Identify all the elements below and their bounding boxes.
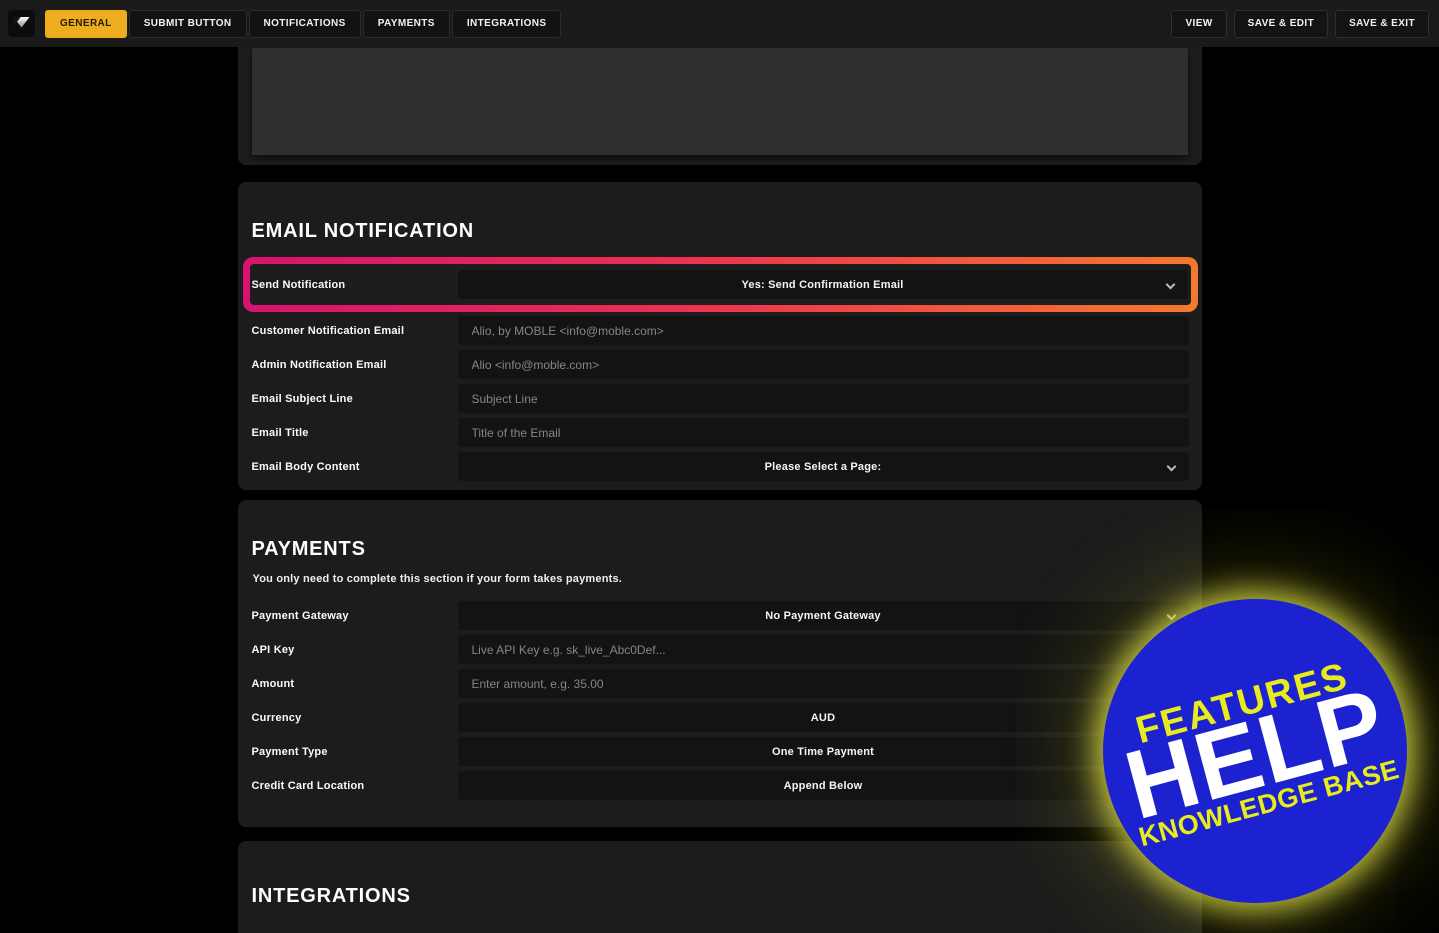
chevron-down-icon: [1166, 461, 1176, 472]
form-row: Payment Gateway No Payment Gateway: [252, 601, 1189, 630]
currency-label: Currency: [251, 711, 302, 724]
form-row: Email Body Content Please Select a Page:: [252, 452, 1189, 481]
tab-payments[interactable]: PAYMENTS: [362, 9, 450, 38]
form-row: Amount: [252, 669, 1189, 698]
payment-type-select[interactable]: One Time Payment: [457, 737, 1189, 766]
panel-email-notification: EMAIL NOTIFICATION Send Notification Yes…: [237, 182, 1202, 490]
payments-note: You only need to complete this section i…: [252, 573, 623, 585]
customer-notification-email-input[interactable]: [457, 316, 1189, 345]
customer-notification-email-label: Customer Notification Email: [251, 324, 405, 337]
panel-payments: PAYMENTS You only need to complete this …: [237, 500, 1202, 827]
chevron-down-icon: [1166, 610, 1176, 621]
email-body-content-label: Email Body Content: [251, 460, 360, 473]
credit-card-location-label: Credit Card Location: [251, 779, 365, 792]
form-row: Admin Notification Email: [252, 350, 1189, 379]
amount-input[interactable]: [457, 669, 1189, 698]
tab-integrations[interactable]: INTEGRATIONS: [451, 9, 562, 38]
top-bar: GENERAL SUBMIT BUTTON NOTIFICATIONS PAYM…: [0, 0, 1439, 47]
view-button[interactable]: VIEW: [1171, 9, 1227, 38]
highlight-annotation: Send Notification Yes: Send Confirmation…: [242, 257, 1198, 312]
payment-type-value: One Time Payment: [771, 745, 875, 758]
payment-gateway-value: No Payment Gateway: [765, 609, 881, 622]
save-edit-button[interactable]: SAVE & EDIT: [1233, 9, 1329, 38]
help-badge[interactable]: FEATURES HELP KNOWLEDGE BASE: [1103, 599, 1407, 903]
form-row: Email Title: [252, 418, 1189, 447]
currency-value: AUD: [810, 711, 836, 724]
content-placeholder-box: [251, 48, 1188, 155]
payment-gateway-select[interactable]: No Payment Gateway: [457, 601, 1189, 630]
topbar-actions: VIEW SAVE & EDIT SAVE & EXIT: [1171, 9, 1429, 38]
moble-logo[interactable]: [8, 10, 35, 37]
currency-select[interactable]: AUD: [457, 703, 1189, 732]
form-row: API Key: [252, 635, 1189, 664]
tab-submit-button[interactable]: SUBMIT BUTTON: [128, 9, 247, 38]
chevron-down-icon: [1165, 279, 1175, 290]
send-notification-label: Send Notification: [251, 278, 346, 291]
highlighted-row: Send Notification Yes: Send Confirmation…: [249, 264, 1191, 305]
form-row: Customer Notification Email: [252, 316, 1189, 345]
email-title-label: Email Title: [251, 426, 309, 439]
payment-type-label: Payment Type: [251, 745, 328, 758]
form-row: Send Notification Yes: Send Confirmation…: [252, 270, 1188, 299]
save-exit-button[interactable]: SAVE & EXIT: [1335, 9, 1429, 38]
form-row: Credit Card Location Append Below: [252, 771, 1189, 800]
tab-bar: GENERAL SUBMIT BUTTON NOTIFICATIONS PAYM…: [45, 9, 562, 38]
payment-gateway-label: Payment Gateway: [251, 609, 349, 622]
moble-logo-icon: [13, 17, 30, 28]
email-subject-line-label: Email Subject Line: [251, 392, 353, 405]
help-badge-text: FEATURES HELP KNOWLEDGE BASE: [1108, 650, 1403, 852]
form-row: Currency AUD: [252, 703, 1189, 732]
send-notification-value: Yes: Send Confirmation Email: [741, 278, 904, 291]
tab-general[interactable]: GENERAL: [45, 9, 127, 38]
email-body-content-value: Please Select a Page:: [764, 460, 882, 473]
amount-label: Amount: [251, 677, 295, 690]
panel-partial-top: [237, 47, 1202, 165]
email-notification-title: EMAIL NOTIFICATION: [251, 220, 475, 242]
form-row: Email Subject Line: [252, 384, 1189, 413]
api-key-label: API Key: [251, 643, 295, 656]
admin-notification-email-input[interactable]: [457, 350, 1189, 379]
form-row: Payment Type One Time Payment: [252, 737, 1189, 766]
api-key-input[interactable]: [457, 635, 1189, 664]
credit-card-location-select[interactable]: Append Below: [457, 771, 1189, 800]
admin-notification-email-label: Admin Notification Email: [251, 358, 387, 371]
email-subject-line-input[interactable]: [457, 384, 1189, 413]
email-body-content-select[interactable]: Please Select a Page:: [457, 452, 1189, 481]
payments-title: PAYMENTS: [251, 538, 366, 560]
tab-notifications[interactable]: NOTIFICATIONS: [248, 9, 361, 38]
send-notification-select[interactable]: Yes: Send Confirmation Email: [457, 270, 1188, 299]
integrations-title: INTEGRATIONS: [251, 885, 411, 907]
credit-card-location-value: Append Below: [783, 779, 863, 792]
main-content: EMAIL NOTIFICATION Send Notification Yes…: [237, 47, 1202, 933]
email-title-input[interactable]: [457, 418, 1189, 447]
panel-integrations: INTEGRATIONS: [237, 841, 1202, 933]
